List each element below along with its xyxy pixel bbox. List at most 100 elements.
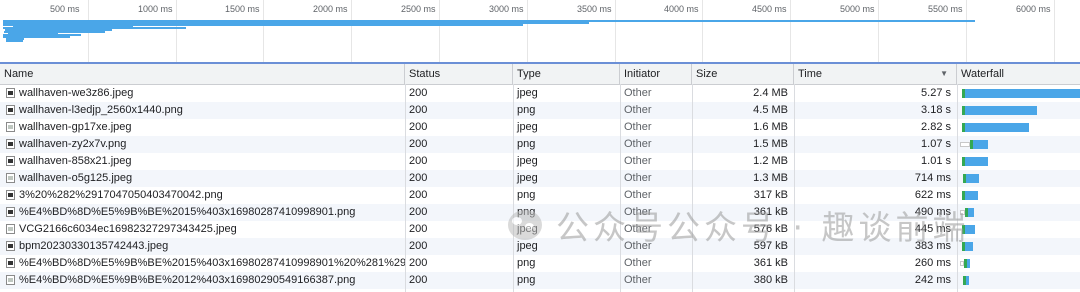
column-header-type[interactable]: Type xyxy=(513,64,620,84)
table-row[interactable]: VCG2166c6034ec16982327297343425.jpeg 200 j… xyxy=(0,221,1080,238)
request-name: wallhaven-858x21.jpeg xyxy=(19,155,132,167)
waterfall-download-bar xyxy=(965,225,975,234)
column-header-initiator[interactable]: Initiator xyxy=(620,64,692,84)
table-row[interactable]: wallhaven-l3edjp_2560x1440.png 200 png Othe… xyxy=(0,102,1080,119)
status-cell: 200 xyxy=(409,274,428,286)
image-file-icon xyxy=(6,122,15,132)
size-cell: 1.2 MB xyxy=(753,155,788,167)
table-row[interactable]: %E4%BD%8D%E5%9B%BE%2012%403x169802905491… xyxy=(0,272,1080,289)
table-header: Name Status Type Initiator Size Time ▼ W… xyxy=(0,64,1080,85)
initiator-cell: Other xyxy=(624,274,652,286)
request-name-cell[interactable]: wallhaven-zy2x7v.png xyxy=(2,136,405,153)
status-cell: 200 xyxy=(409,240,428,252)
request-name: 3%20%282%2917047050403470042.png xyxy=(19,189,223,201)
waterfall-download-bar xyxy=(973,140,988,149)
size-cell: 361 kB xyxy=(753,257,788,269)
image-file-icon xyxy=(6,258,15,268)
ruler-tick-label: 500 ms xyxy=(50,4,80,14)
column-header-waterfall[interactable]: Waterfall xyxy=(957,64,1080,84)
waterfall-download-bar xyxy=(966,276,969,285)
request-name-cell[interactable]: %E4%BD%8D%E5%9B%BE%2015%403x169802874109… xyxy=(2,204,405,221)
size-cell: 361 kB xyxy=(753,206,788,218)
waterfall-queue-bar xyxy=(960,142,970,147)
status-cell: 200 xyxy=(409,223,428,235)
table-row[interactable]: wallhaven-we3z86.jpeg 200 jpeg Other 2.4 MB 5… xyxy=(0,85,1080,102)
initiator-cell: Other xyxy=(624,104,652,116)
status-cell: 200 xyxy=(409,138,428,150)
request-name-cell[interactable]: wallhaven-858x21.jpeg xyxy=(2,153,405,170)
table-row[interactable]: wallhaven-gp17xe.jpeg 200 jpeg Other 1.6 MB 2… xyxy=(0,119,1080,136)
column-header-size[interactable]: Size xyxy=(692,64,794,84)
column-header-status[interactable]: Status xyxy=(405,64,513,84)
time-cell: 490 ms xyxy=(914,206,951,218)
table-row[interactable]: %E4%BD%8D%E5%9B%BE%2015%403x169802874109… xyxy=(0,255,1080,272)
column-divider[interactable] xyxy=(692,84,693,292)
image-file-icon xyxy=(6,241,15,251)
status-cell: 200 xyxy=(409,172,428,184)
request-name: %E4%BD%8D%E5%9B%BE%2015%403x169802874109… xyxy=(19,257,405,269)
request-name: %E4%BD%8D%E5%9B%BE%2015%403x169802874109… xyxy=(19,206,356,218)
time-cell: 5.27 s xyxy=(921,87,951,99)
request-name: VCG2166c6034ec16982327297343425.jpeg xyxy=(19,223,237,235)
image-file-icon xyxy=(6,173,15,183)
column-divider[interactable] xyxy=(957,84,958,292)
size-cell: 1.6 MB xyxy=(753,121,788,133)
image-file-icon xyxy=(6,88,15,98)
timeline-overview[interactable]: 500 ms 1000 ms 1500 ms 2000 ms 2500 ms 3000 m… xyxy=(0,0,1080,64)
column-header-time[interactable]: Time ▼ xyxy=(794,64,957,84)
initiator-cell: Other xyxy=(624,257,652,269)
size-cell: 2.4 MB xyxy=(753,87,788,99)
waterfall-download-bar xyxy=(965,157,988,166)
request-name-cell[interactable]: wallhaven-o5g125.jpeg xyxy=(2,170,405,187)
initiator-cell: Other xyxy=(624,121,652,133)
time-cell: 1.01 s xyxy=(921,155,951,167)
type-cell: png xyxy=(517,189,536,201)
initiator-cell: Other xyxy=(624,138,652,150)
column-header-name[interactable]: Name xyxy=(0,64,405,84)
request-name-cell[interactable]: %E4%BD%8D%E5%9B%BE%2015%403x169802874109… xyxy=(2,255,405,272)
request-name-cell[interactable]: wallhaven-l3edjp_2560x1440.png xyxy=(2,102,405,119)
request-name-cell[interactable]: wallhaven-we3z86.jpeg xyxy=(2,85,405,102)
request-name-cell[interactable]: bpm20230330135742443.jpeg xyxy=(2,238,405,255)
time-cell: 622 ms xyxy=(914,189,951,201)
ruler-tick-label: 5000 ms xyxy=(840,4,875,14)
type-cell: jpeg xyxy=(517,155,538,167)
table-row[interactable]: bpm20230330135742443.jpeg 200 jpeg Other 597… xyxy=(0,238,1080,255)
request-name-cell[interactable]: 3%20%282%2917047050403470042.png xyxy=(2,187,405,204)
status-cell: 200 xyxy=(409,121,428,133)
column-divider[interactable] xyxy=(513,84,514,292)
initiator-cell: Other xyxy=(624,87,652,99)
column-header-time-label: Time xyxy=(798,68,823,80)
type-cell: jpeg xyxy=(517,223,538,235)
column-divider[interactable] xyxy=(794,84,795,292)
column-divider[interactable] xyxy=(620,84,621,292)
column-divider[interactable] xyxy=(405,84,406,292)
table-row[interactable]: wallhaven-zy2x7v.png 200 png Other 1.5 MB 1.0… xyxy=(0,136,1080,153)
waterfall-download-bar xyxy=(965,242,973,251)
time-cell: 260 ms xyxy=(914,257,951,269)
table-row[interactable]: %E4%BD%8D%E5%9B%BE%2015%403x169802874109… xyxy=(0,204,1080,221)
ruler-tick-label: 4000 ms xyxy=(664,4,699,14)
waterfall-download-bar xyxy=(968,208,974,217)
ruler-tick-label: 5500 ms xyxy=(928,4,963,14)
table-row[interactable]: wallhaven-858x21.jpeg 200 jpeg Other 1.2 MB 1… xyxy=(0,153,1080,170)
table-row[interactable]: 3%20%282%2917047050403470042.png 200 png Ot… xyxy=(0,187,1080,204)
table-row[interactable]: wallhaven-o5g125.jpeg 200 jpeg Other 1.3 MB 7… xyxy=(0,170,1080,187)
ruler-tick-label: 3500 ms xyxy=(577,4,612,14)
request-name: %E4%BD%8D%E5%9B%BE%2012%403x169802905491… xyxy=(19,274,356,286)
request-name-cell[interactable]: %E4%BD%8D%E5%9B%BE%2012%403x169802905491… xyxy=(2,272,405,289)
type-cell: jpeg xyxy=(517,172,538,184)
request-name: wallhaven-o5g125.jpeg xyxy=(19,172,133,184)
ruler-tick xyxy=(790,0,791,62)
status-cell: 200 xyxy=(409,104,428,116)
ruler-tick-label: 1000 ms xyxy=(138,4,173,14)
waterfall-download-bar xyxy=(967,259,970,268)
waterfall-download-bar xyxy=(965,123,1029,132)
ruler-tick xyxy=(966,0,967,62)
request-name-cell[interactable]: wallhaven-gp17xe.jpeg xyxy=(2,119,405,136)
time-cell: 2.82 s xyxy=(921,121,951,133)
ruler-tick xyxy=(351,0,352,62)
request-name-cell[interactable]: VCG2166c6034ec16982327297343425.jpeg xyxy=(2,221,405,238)
image-file-icon xyxy=(6,105,15,115)
waterfall-download-bar xyxy=(965,89,1080,98)
